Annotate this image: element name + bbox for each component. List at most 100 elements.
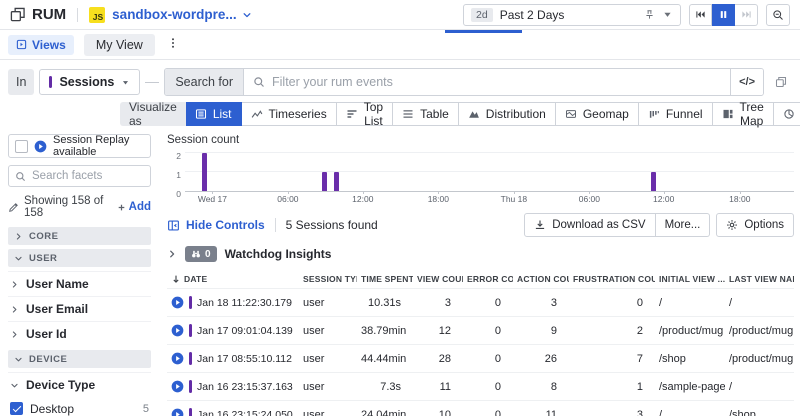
- forward-button[interactable]: [735, 4, 758, 26]
- cell-date: Jan 17 09:01:04.139: [167, 317, 299, 345]
- facet-device-type[interactable]: Device Type: [8, 372, 151, 397]
- x-tick-label: 18:00: [729, 194, 750, 204]
- viz-option-funnel[interactable]: Funnel: [639, 102, 713, 126]
- x-tick-label: Wed 17: [198, 194, 227, 204]
- tab-options-menu-button[interactable]: [165, 37, 181, 53]
- column-header-last-view-name[interactable]: LAST VIEW NAME: [725, 270, 794, 289]
- facet-section-label: USER: [29, 253, 57, 264]
- session-date: Jan 18 11:22:30.179: [197, 297, 292, 309]
- session-count-bar[interactable]: [322, 172, 327, 191]
- search-input[interactable]: [272, 75, 721, 89]
- hide-controls-button[interactable]: Hide Controls: [167, 218, 265, 232]
- session-replay-play-icon[interactable]: [171, 352, 184, 365]
- zoom-out-icon: [772, 9, 784, 21]
- facet-label: User Id: [26, 327, 67, 341]
- session-count-chart[interactable]: 012: [185, 154, 794, 192]
- facet-value-desktop[interactable]: Desktop5: [8, 397, 151, 416]
- caret-down-icon[interactable]: [662, 9, 673, 20]
- session-replay-play-icon[interactable]: [171, 380, 184, 393]
- column-header-action-count[interactable]: ACTION COUNT: [513, 270, 569, 289]
- session-count-bar[interactable]: [651, 172, 656, 191]
- session-replay-checkbox[interactable]: [15, 140, 28, 153]
- zoom-out-button[interactable]: [766, 4, 790, 26]
- watchdog-insights-row[interactable]: 0 Watchdog Insights: [167, 246, 794, 262]
- facet-value-count: 5: [143, 403, 149, 415]
- chevron-down-icon: [10, 381, 19, 390]
- gridline: [185, 152, 794, 153]
- viz-option-top-list[interactable]: Top List: [337, 102, 393, 126]
- facet-section-user[interactable]: USER: [8, 249, 151, 267]
- views-tab-bar: Views My View: [0, 30, 800, 60]
- facet-section-device[interactable]: DEVICE: [8, 350, 151, 368]
- viz-option-label: List: [213, 107, 232, 121]
- application-selector[interactable]: sandbox-wordpre...: [112, 7, 252, 22]
- viz-option-tree-map[interactable]: Tree Map: [713, 102, 774, 126]
- session-count-bar[interactable]: [334, 172, 339, 191]
- rewind-button[interactable]: [689, 4, 712, 26]
- session-replay-filter[interactable]: Session Replay available: [8, 134, 151, 158]
- query-syntax-button[interactable]: </>: [730, 69, 763, 95]
- viz-option-table[interactable]: Table: [393, 102, 459, 126]
- session-row[interactable]: Jan 18 11:22:30.179user10.31s3030//: [167, 289, 794, 317]
- session-row[interactable]: Jan 16 23:15:24.050user24.04min100113//s…: [167, 401, 794, 416]
- main-area: Session Replay available Showing 158 of …: [0, 132, 800, 416]
- viz-option-distribution[interactable]: Distribution: [459, 102, 556, 126]
- session-replay-play-icon[interactable]: [171, 408, 184, 416]
- column-header-initial-view[interactable]: INITIAL VIEW ...: [655, 270, 725, 289]
- column-header-date[interactable]: DATE: [167, 270, 299, 289]
- facet-section-core[interactable]: CORE: [8, 227, 151, 245]
- facet-search-input[interactable]: [32, 170, 144, 182]
- session-replay-label: Session Replay available: [53, 134, 144, 158]
- cell-time-spent: 44.44min: [357, 345, 413, 373]
- visualize-options: List TimeseriesTop ListTableDistribution G…: [186, 102, 800, 126]
- pencil-icon[interactable]: [8, 202, 19, 213]
- add-facet-button[interactable]: Add: [117, 201, 151, 213]
- cell-time-spent: 38.79min: [357, 317, 413, 345]
- facet-user-email[interactable]: User Email: [8, 296, 151, 321]
- cell-error-count: 0: [463, 373, 513, 401]
- viz-option-label: Geomap: [583, 107, 629, 121]
- cell-time-spent: 10.31s: [357, 289, 413, 317]
- session-row[interactable]: Jan 16 23:15:37.163user7.3s11081/sample-…: [167, 373, 794, 401]
- viz-option-list[interactable]: List: [186, 102, 242, 126]
- column-header-session-type[interactable]: SESSION TYPE: [299, 270, 357, 289]
- facet-user-name[interactable]: User Name: [8, 271, 151, 296]
- viz-option-timeseries[interactable]: Timeseries: [242, 102, 337, 126]
- cell-action-count: 9: [513, 317, 569, 345]
- cell-initial-view: /shop: [655, 345, 725, 373]
- viz-option-pie-chart[interactable]: Pie Chart: [774, 102, 800, 126]
- copy-query-button[interactable]: [770, 69, 792, 95]
- facet-list: CORE USER User NameUser Email User Id DEVICE…: [8, 227, 151, 416]
- column-header-view-count[interactable]: VIEW COUNT: [413, 270, 463, 289]
- column-header-time-spent[interactable]: TIME SPENT: [357, 270, 413, 289]
- viz-pie-icon: [783, 108, 795, 120]
- session-replay-play-icon[interactable]: [171, 324, 184, 337]
- column-header-frustration-count[interactable]: FRUSTRATION COUNT: [569, 270, 655, 289]
- product-title: RUM: [32, 6, 66, 23]
- application-name: sandbox-wordpre...: [112, 7, 237, 22]
- options-button[interactable]: Options: [716, 213, 794, 237]
- facet-value-checkbox[interactable]: [10, 402, 23, 415]
- more-button[interactable]: More...: [656, 213, 711, 237]
- watchdog-badge: 0: [185, 246, 217, 262]
- views-button[interactable]: Views: [8, 35, 74, 55]
- download-csv-button[interactable]: Download as CSV: [524, 213, 655, 237]
- facet-user-id[interactable]: User Id: [8, 321, 151, 346]
- column-header-error-count[interactable]: ERROR COUNT: [463, 270, 513, 289]
- event-scope-dropdown[interactable]: Sessions: [39, 69, 140, 95]
- chevron-right-icon: [10, 305, 19, 314]
- session-row[interactable]: Jan 17 08:55:10.112user44.44min280267/sh…: [167, 345, 794, 373]
- pause-button[interactable]: [712, 4, 735, 26]
- viz-table-icon: [402, 108, 414, 120]
- session-replay-play-icon[interactable]: [171, 296, 184, 309]
- tab-my-view[interactable]: My View: [84, 34, 155, 56]
- session-count-bar[interactable]: [202, 153, 207, 191]
- y-tick-label: 0: [171, 189, 181, 199]
- search-row: In Sessions Search for </>: [8, 68, 792, 96]
- viz-option-geomap[interactable]: Geomap: [556, 102, 639, 126]
- time-range-selector[interactable]: 2d Past 2 Days: [463, 4, 681, 26]
- search-icon: [253, 76, 265, 88]
- session-row[interactable]: Jan 17 09:01:04.139user38.79min12092/pro…: [167, 317, 794, 345]
- pin-icon[interactable]: [644, 9, 655, 20]
- cell-last-view-name: /: [725, 289, 794, 317]
